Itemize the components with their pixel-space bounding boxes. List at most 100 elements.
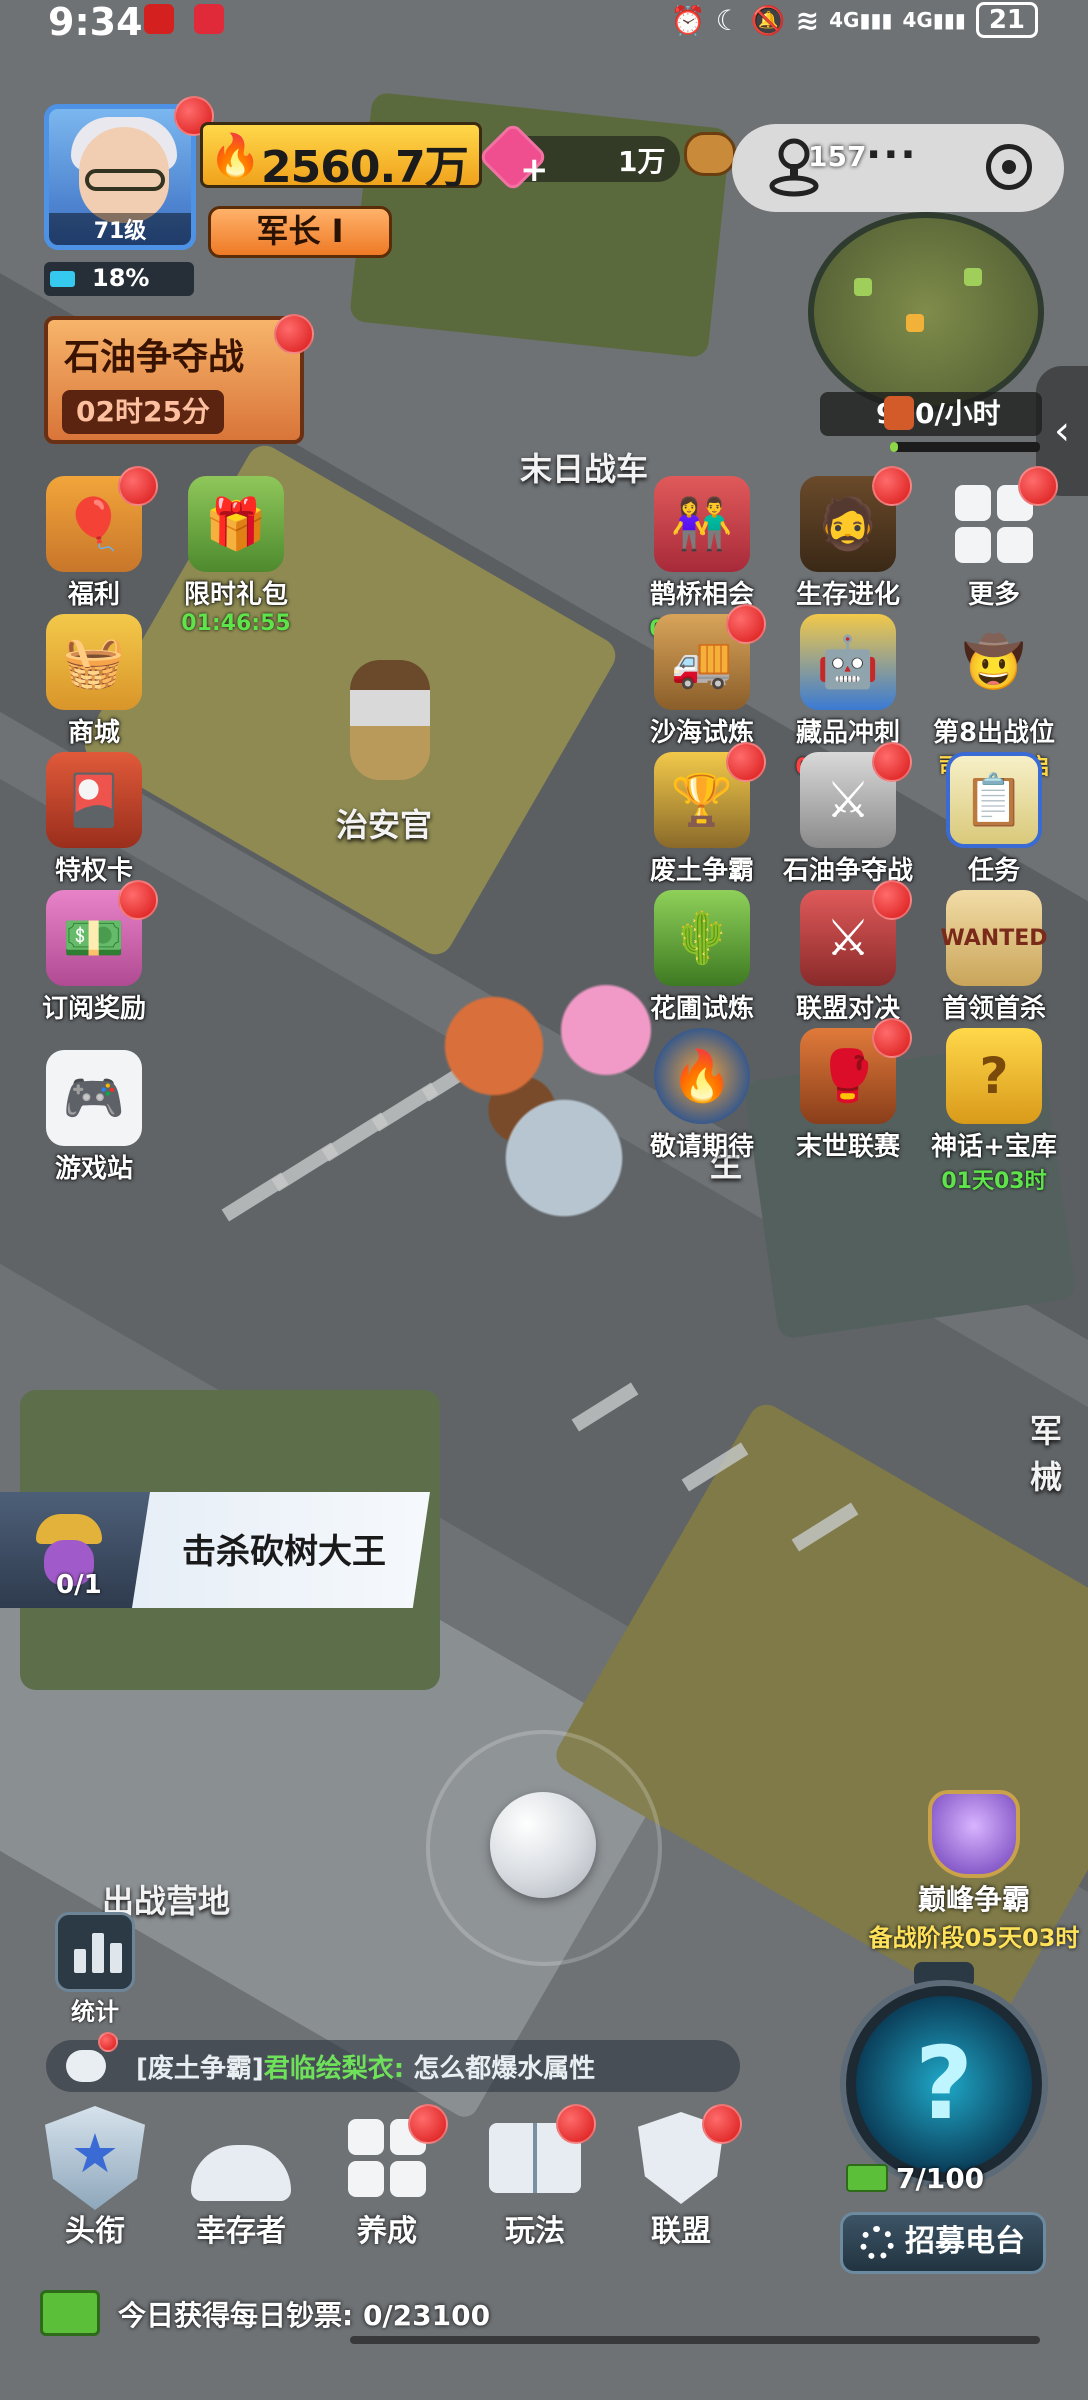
feature-limited-gift[interactable]: 🎁 限时礼包 01:46:55 bbox=[166, 476, 306, 636]
add-gem-icon[interactable]: + bbox=[520, 150, 549, 190]
star-badge-icon: ★ bbox=[45, 2106, 145, 2210]
couple-icon: 👫 bbox=[654, 476, 750, 572]
peak-contest-button[interactable]: 巅峰争霸 备战阶段05天03时 bbox=[864, 1790, 1084, 1953]
gem-value: 1万 bbox=[618, 145, 666, 178]
truck-label: 末日战车 bbox=[520, 450, 649, 488]
nav-survivors[interactable]: 幸存者 bbox=[176, 2110, 306, 2250]
oil-war-event-banner[interactable]: 石油争夺战 02时25分 bbox=[44, 316, 304, 444]
nav-title[interactable]: ★ 头衔 bbox=[30, 2106, 160, 2250]
stats-button[interactable]: 统计 bbox=[52, 1912, 138, 2027]
gift-pack-icon: 🎁 bbox=[188, 476, 284, 572]
feature-subscription-reward[interactable]: 💵 订阅奖励 bbox=[24, 880, 164, 1025]
gear-icon bbox=[860, 2226, 894, 2260]
feature-doomsday-league[interactable]: 🥊 末世联赛 bbox=[778, 1018, 918, 1163]
cactus-icon: 🌵 bbox=[654, 890, 750, 986]
rank-badge[interactable]: 军长 I bbox=[208, 206, 392, 258]
feature-welfare[interactable]: 🎈 福利 bbox=[24, 466, 164, 611]
feature-oil-contest[interactable]: ⚔ 石油争夺战 bbox=[778, 742, 918, 887]
card-icon: 🎴 bbox=[46, 752, 142, 848]
player-avatar[interactable]: 71级 bbox=[44, 104, 196, 250]
campfire-icon: 🔥 bbox=[654, 1028, 750, 1124]
nav-label: 头衔 bbox=[65, 2214, 125, 2249]
feature-tasks[interactable]: 📋 任务 bbox=[924, 752, 1064, 887]
signal-icon: 4G▮▮▮ bbox=[829, 8, 893, 32]
recruit-count: 7/100 bbox=[896, 2162, 985, 2195]
feature-boss-first-kill[interactable]: WANTED 首领首杀 bbox=[924, 890, 1064, 1025]
dnd-moon-icon: ☾ bbox=[715, 3, 741, 37]
feature-label: 敬请期待 bbox=[649, 1132, 754, 1162]
cowboy-hat-icon: 🤠 bbox=[962, 632, 1026, 691]
quest-text: 击杀砍树大王 bbox=[182, 1532, 386, 1572]
feature-garden-trial[interactable]: 🌵 花圃试炼 bbox=[632, 890, 772, 1025]
chat-bubble-icon bbox=[66, 2050, 106, 2082]
feature-survival-evolution[interactable]: 🧔 生存进化 bbox=[778, 466, 918, 611]
sheriff-character[interactable] bbox=[350, 660, 430, 780]
signal-icon: 4G▮▮▮ bbox=[902, 8, 966, 32]
clock: 9:34 bbox=[48, 0, 143, 44]
question-mark-icon: ? bbox=[914, 2025, 973, 2142]
feature-timer: 01:46:55 bbox=[181, 611, 291, 636]
feature-coming-soon[interactable]: 🔥 敬请期待 bbox=[632, 1028, 772, 1163]
chat-bar[interactable]: [废土争霸]君临绘梨衣: 怎么都爆水属性 bbox=[46, 2032, 740, 2092]
wifi-icon: ≋ bbox=[795, 3, 820, 37]
app-notification-icon bbox=[194, 4, 224, 34]
daily-cash-text: 今日获得每日钞票: 0/23100 bbox=[118, 2299, 491, 2332]
app-notification-icon bbox=[144, 4, 174, 34]
feature-desert-trial[interactable]: 🚚 沙海试炼 bbox=[632, 604, 772, 749]
chat-message: [废土争霸]君临绘梨衣: 怎么都爆水属性 bbox=[136, 2054, 596, 2084]
feature-label: 生存进化 bbox=[795, 580, 900, 610]
quest-progress: 0/1 bbox=[56, 1570, 102, 1600]
shopping-basket-icon: 🧺 bbox=[46, 614, 142, 710]
exp-progress-bar: 18% bbox=[44, 262, 194, 296]
feature-timer: 01天03时 bbox=[941, 1169, 1047, 1194]
trophy-icon bbox=[928, 1790, 1020, 1878]
event-title: 石油争夺战 bbox=[64, 337, 245, 378]
feature-label: 游戏站 bbox=[54, 1154, 133, 1184]
clipboard-icon: 📋 bbox=[946, 752, 1042, 848]
oil-production-rate[interactable]: 960/小时 bbox=[820, 392, 1042, 436]
cash-stack-icon bbox=[40, 2290, 100, 2336]
nav-gameplay[interactable]: 玩法 bbox=[470, 2104, 600, 2250]
nav-alliance[interactable]: 联盟 bbox=[616, 2104, 746, 2250]
bar-chart-icon bbox=[55, 1912, 135, 1992]
feature-wasteland-contest[interactable]: 🏆 废土争霸 bbox=[632, 742, 772, 887]
exp-percent: 18% bbox=[92, 264, 150, 292]
feature-label: 第8出战位 bbox=[932, 718, 1056, 748]
wanted-poster-icon: WANTED bbox=[941, 890, 1048, 986]
feature-label: 商城 bbox=[67, 718, 120, 748]
close-miniprogram-icon[interactable] bbox=[986, 144, 1032, 190]
feature-myth-vault[interactable]: ? 神话+宝库 01天03时 bbox=[924, 1028, 1064, 1195]
feature-privilege-card[interactable]: 🎴 特权卡 bbox=[24, 752, 164, 887]
sheriff-label: 治安官 bbox=[336, 806, 433, 844]
flame-icon: 🔥 bbox=[209, 131, 262, 180]
nav-label: 玩法 bbox=[505, 2214, 565, 2249]
feature-label: 福利 bbox=[67, 580, 120, 610]
feature-label: 废土争霸 bbox=[649, 856, 754, 886]
gamepad-icon: 🎮 bbox=[46, 1050, 142, 1146]
avatar-glasses bbox=[85, 169, 165, 191]
nav-label: 联盟 bbox=[651, 2214, 711, 2249]
quest-tracker[interactable]: 0/1 击杀砍树大王 bbox=[0, 1492, 430, 1608]
feature-label: 更多 bbox=[967, 580, 1020, 610]
nav-develop[interactable]: 养成 bbox=[322, 2104, 452, 2250]
combat-power-bar[interactable]: 🔥 2560.7万 bbox=[200, 122, 482, 193]
oil-barrel-icon bbox=[884, 396, 914, 430]
event-timer: 02时25分 bbox=[62, 390, 224, 434]
feature-alliance-duel[interactable]: ⚔ 联盟对决 bbox=[778, 880, 918, 1025]
feature-more[interactable]: 更多 bbox=[924, 466, 1064, 611]
nav-label: 养成 bbox=[357, 2214, 417, 2249]
recruit-radar-button[interactable]: ? bbox=[846, 1986, 1042, 2182]
stats-label: 统计 bbox=[71, 1998, 119, 2026]
feature-label: 任务 bbox=[967, 856, 1020, 886]
feature-shop[interactable]: 🧺 商城 bbox=[24, 614, 164, 749]
battery-icon: 21 bbox=[975, 2, 1038, 38]
bottom-navigation: ★ 头衔 幸存者 养成 玩法 联盟 bbox=[18, 2104, 762, 2250]
more-options-button[interactable]: ··· bbox=[866, 132, 918, 178]
event-notification-dot bbox=[274, 314, 314, 354]
home-indicator[interactable] bbox=[350, 2336, 1040, 2344]
feature-game-station[interactable]: 🎮 游戏站 bbox=[24, 1050, 164, 1185]
system-status-bar: 9:34 ⏰ ☾ 🔕 ≋ 4G▮▮▮ 4G▮▮▮ 21 bbox=[0, 0, 1088, 44]
minimap[interactable] bbox=[808, 212, 1044, 412]
virtual-joystick-knob[interactable] bbox=[490, 1792, 596, 1898]
feature-label: 花圃试炼 bbox=[649, 994, 754, 1024]
